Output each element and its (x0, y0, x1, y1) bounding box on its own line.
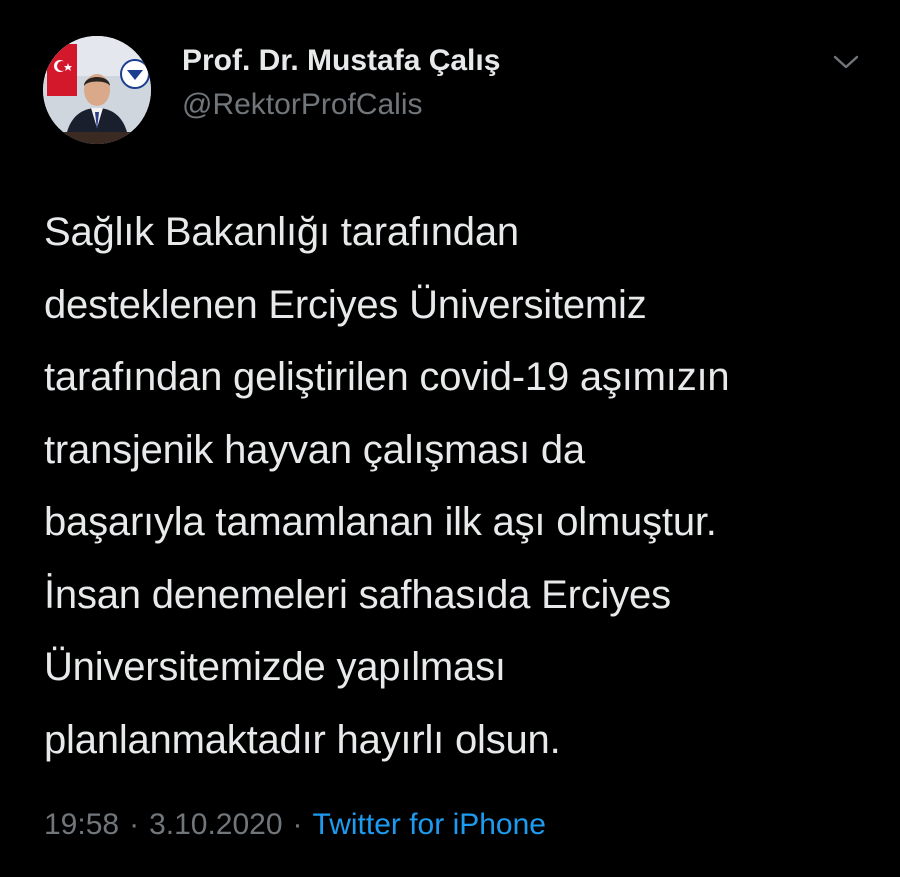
author-handle[interactable]: @RektorProfCalis (182, 88, 423, 122)
tweet-text-line: transjenik hayvan çalışması da (44, 427, 585, 472)
tweet-text-line: desteklenen Erciyes Üniversitemiz (44, 282, 647, 327)
more-options-button[interactable] (826, 44, 866, 80)
tweet-source-link[interactable]: Twitter for iPhone (313, 808, 546, 841)
tweet-meta: 19:58 · 3.10.2020 · Twitter for iPhone (44, 808, 546, 842)
tweet-text-line: başarıyla tamamlanan ilk aşı olmuştur. (44, 500, 717, 544)
chevron-down-icon (833, 55, 859, 69)
tweet-text-line: tarafından geliştirilen covid-19 aşımızı… (44, 355, 730, 399)
author-name[interactable]: Prof. Dr. Mustafa Çalış (182, 44, 500, 78)
tweet-text: Sağlık Bakanlığı tarafından desteklenen … (44, 196, 874, 776)
meta-separator: · (129, 808, 140, 841)
tweet-text-line: Sağlık Bakanlığı tarafından (44, 210, 519, 254)
meta-separator: · (292, 808, 303, 841)
avatar[interactable] (43, 36, 151, 144)
tweet-time[interactable]: 19:58 (44, 808, 119, 841)
tweet: Prof. Dr. Mustafa Çalış @RektorProfCalis… (0, 0, 900, 877)
tweet-text-line: planlanmaktadır hayırlı olsun. (44, 717, 561, 762)
tweet-date[interactable]: 3.10.2020 (149, 808, 282, 841)
tweet-text-line: İnsan denemeleri safhasıda Erciyes (44, 572, 671, 617)
tweet-text-line: Üniversitemizde yapılması (44, 645, 506, 689)
profile-photo-icon (43, 36, 151, 144)
